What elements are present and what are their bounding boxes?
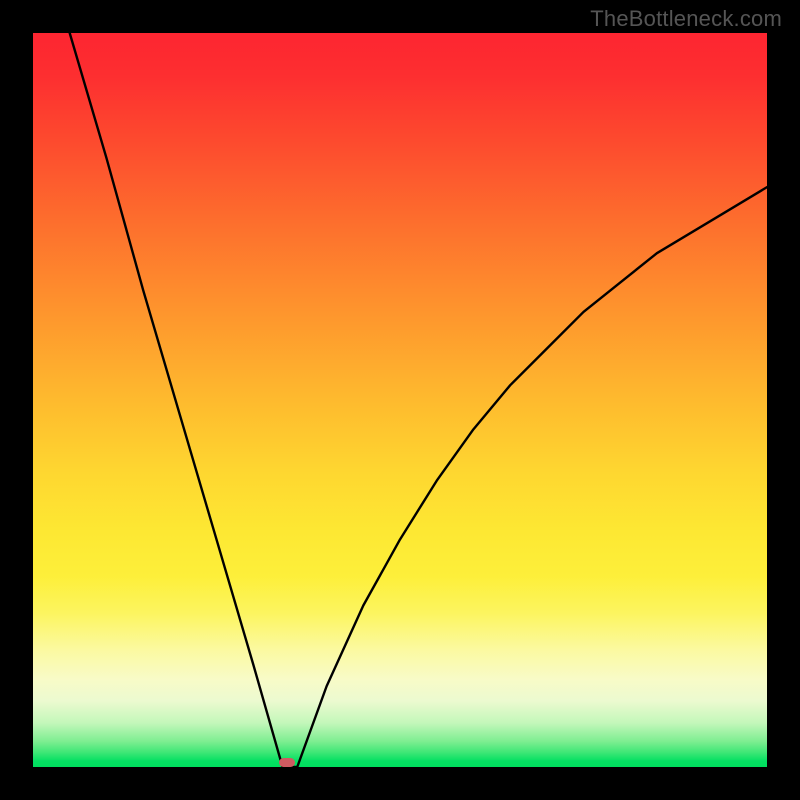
plot-area	[33, 33, 767, 767]
curve-path	[33, 33, 767, 767]
bottleneck-curve	[33, 33, 767, 767]
chart-frame: TheBottleneck.com	[0, 0, 800, 800]
min-marker	[279, 758, 295, 767]
watermark-text: TheBottleneck.com	[590, 6, 782, 32]
